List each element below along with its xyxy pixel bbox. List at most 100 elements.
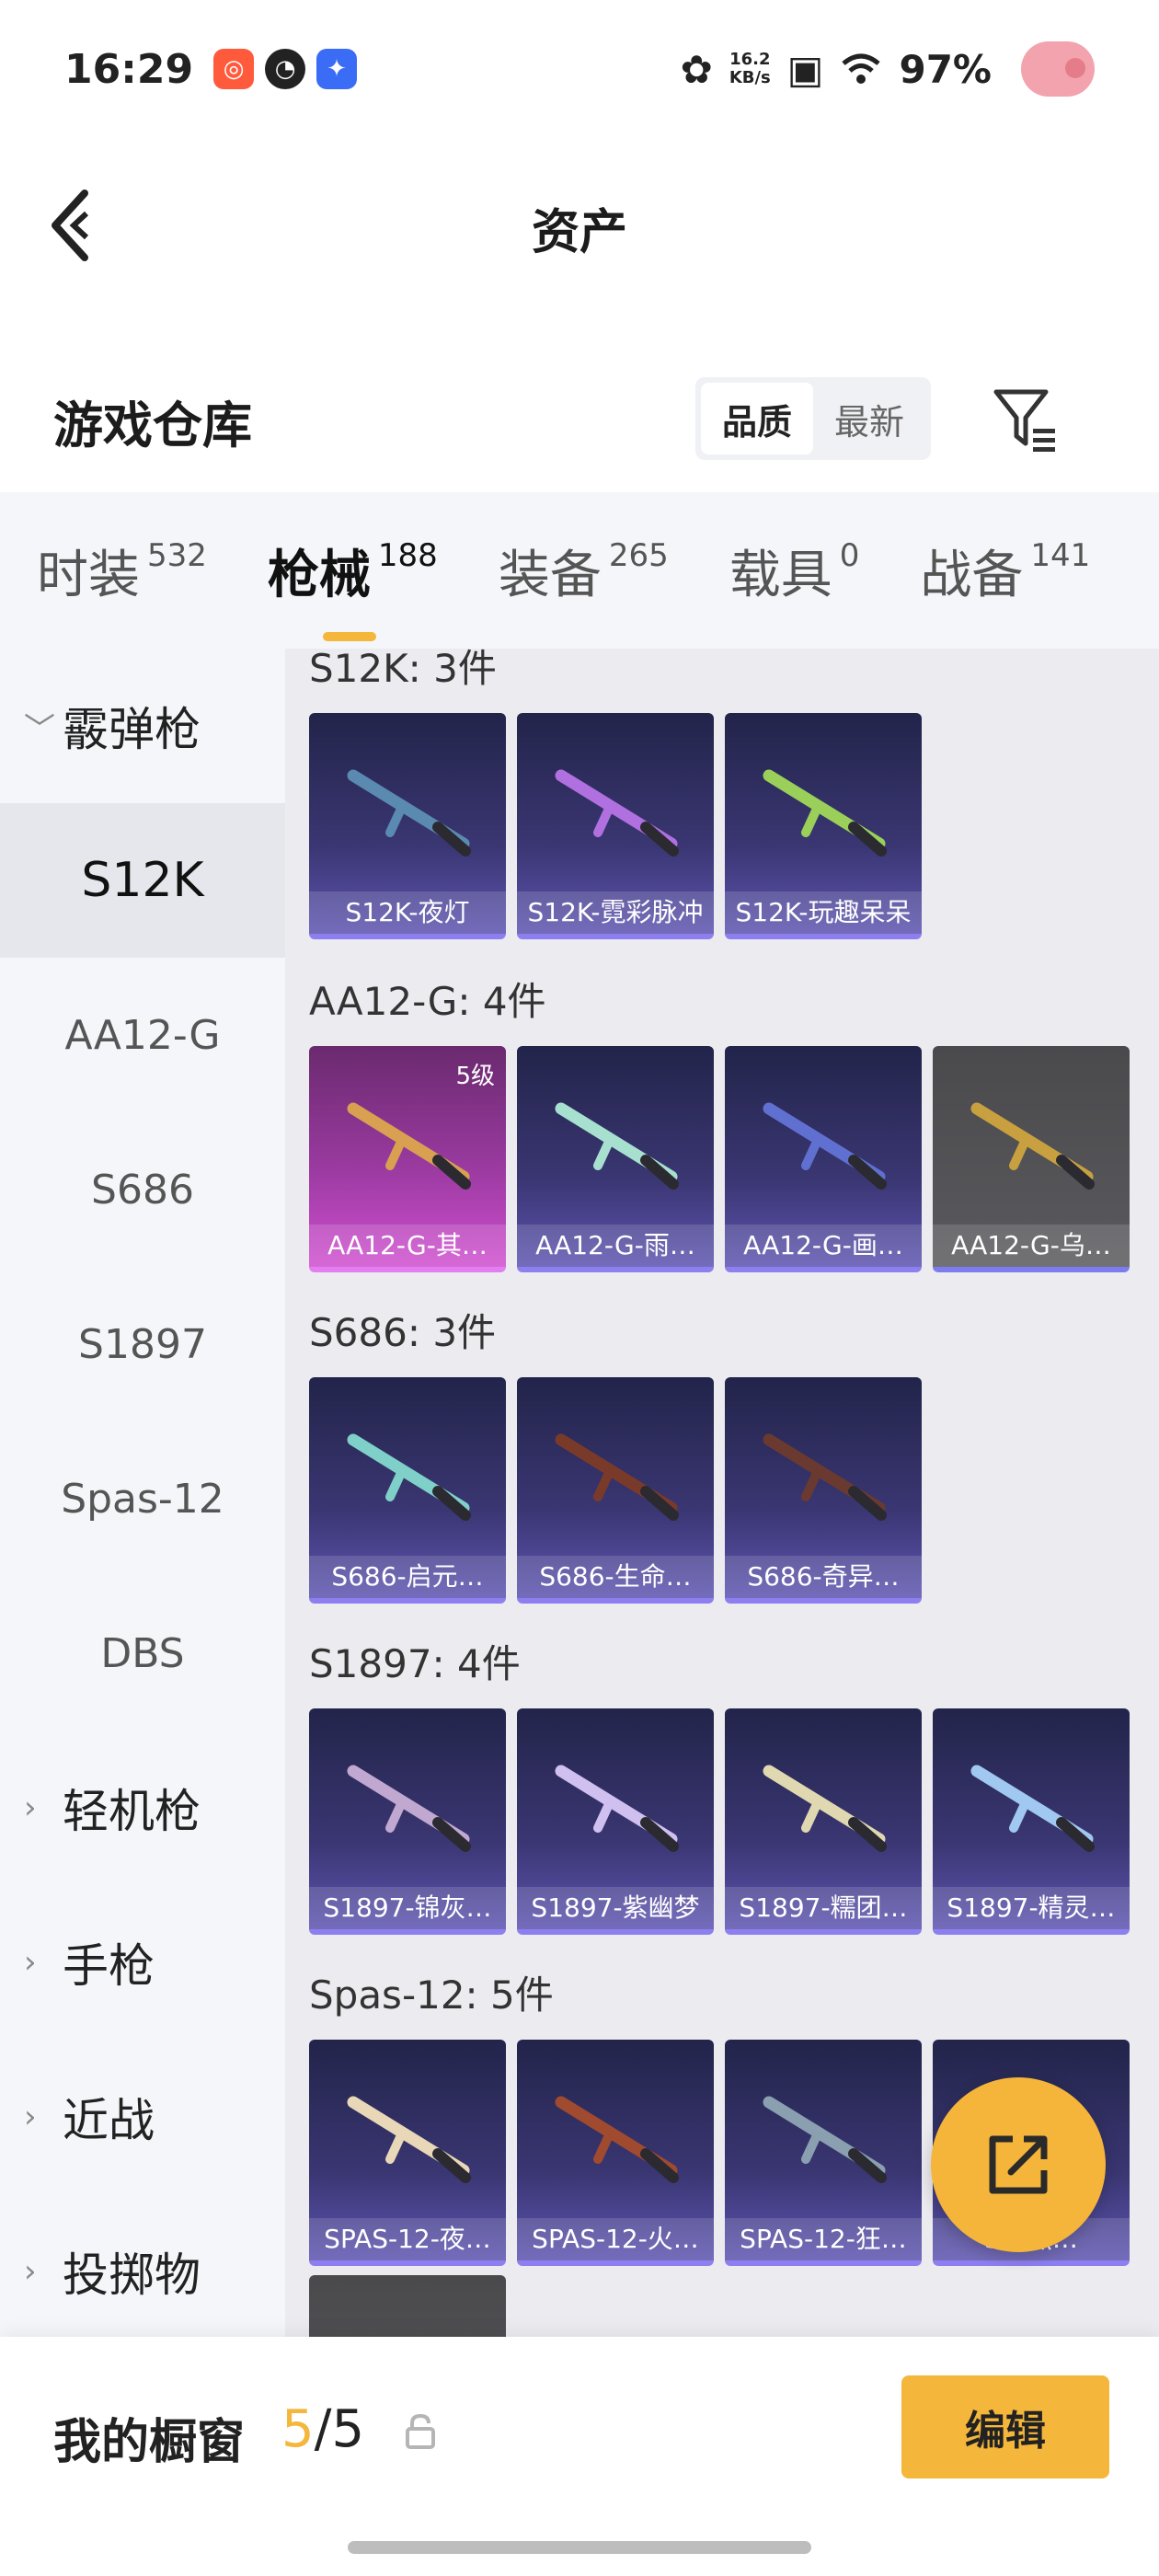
weapon-card-name: S1897-紫幽梦 [517,1887,714,1929]
weapon-card-row: S1897-锦灰… S1897-紫幽梦 S1897-糯团… S1897-精灵… [309,1708,1130,1935]
weapon-card[interactable]: S686-生命… [517,1377,714,1604]
tab-count: 141 [1030,536,1091,574]
showcase-count-current: 5 [281,2399,315,2459]
page-title: 资产 [531,205,627,260]
lock-icon [406,2413,435,2449]
tab-battle-gear[interactable]: 战备 141 [920,534,1090,608]
sidebar-group-shotgun[interactable]: ﹀ 霰弹枪 [0,649,285,803]
weapon-card[interactable]: S686-启元… [309,1377,506,1604]
network-speed: 16.2 KB/s [729,51,771,87]
filter-button[interactable] [989,383,1062,456]
tab-label: 枪械 [267,545,371,605]
shotgun-icon [347,1433,471,1521]
shotgun-icon [555,2096,679,2183]
sidebar-item-dbs[interactable]: DBS [0,1576,285,1731]
weapon-card[interactable]: SPAS-12-狂… [725,2040,922,2266]
shotgun-icon [763,769,887,857]
status-bar: 16:29 ◎ ◔ ✦ ✿ 16.2 KB/s ▣ 97% [0,0,1159,138]
weapon-card-name: S1897-糯团… [725,1887,922,1929]
weapon-card-name: SPAS-12-夜… [309,2218,506,2260]
weapon-card[interactable]: AA12-G-雨… [517,1046,714,1272]
weapon-card[interactable]: SPAS-12-火… [517,2040,714,2266]
weapon-card-partial[interactable] [309,2275,506,2341]
sim-icon: ▣ [786,46,824,92]
sidebar-item-s1897[interactable]: S1897 [0,1267,285,1421]
weapon-card-name: AA12-G-画… [725,1225,922,1267]
share-button[interactable] [931,2077,1106,2252]
home-indicator[interactable] [348,2541,811,2554]
sort-quality-option[interactable]: 品质 [701,383,813,454]
weapon-card[interactable]: SPAS-12-夜… [309,2040,506,2266]
weapon-card[interactable]: S1897-紫幽梦 [517,1708,714,1935]
showcase-count-total: /5 [314,2399,365,2459]
sidebar-group-lmg[interactable]: › 轻机枪 [0,1731,285,1885]
status-time: 16:29 [64,45,194,93]
weapon-group: S686: 3件 S686-启元… S686-生命… S686-奇异… [309,1302,922,1604]
weapon-card[interactable]: S1897-糯团… [725,1708,922,1935]
weapon-card[interactable]: AA12-G-乌… [933,1046,1130,1272]
weapon-card[interactable]: S1897-精灵… [933,1708,1130,1935]
app-notification-icon: ✦ [316,49,358,89]
weapon-card[interactable]: S686-奇异… [725,1377,922,1604]
weapon-card-name: S12K-霓彩脉冲 [517,891,714,934]
sidebar-item-s12k[interactable]: S12K [0,803,285,958]
weapon-group-title: S12K: 3件 [309,649,497,691]
shotgun-icon [763,1765,887,1852]
sidebar-item-spas12[interactable]: Spas-12 [0,1421,285,1576]
weapon-card-row: 5级 AA12-G-其… AA12-G-雨… AA12-G-画… AA12-G-乌… [309,1046,1130,1272]
tab-count: 265 [608,536,669,574]
weapon-card[interactable]: S1897-锦灰… [309,1708,506,1935]
chevron-right-icon: › [24,1944,37,1981]
sidebar-group-label: 手枪 [63,1939,155,1993]
weapon-group-title: AA12-G: 4件 [309,979,546,1024]
shotgun-icon [555,769,679,857]
tab-equipment[interactable]: 装备 265 [499,534,669,608]
weapon-group-title: S1897: 4件 [309,1641,521,1686]
status-indicators: ✿ 16.2 KB/s ▣ 97% [681,41,1095,97]
weapon-group: S1897: 4件 S1897-锦灰… S1897-紫幽梦 S1897-糯团… S189… [309,1633,1130,1935]
app-notification-icon: ◎ [213,49,255,89]
weapon-card-name: AA12-G-其… [309,1225,506,1267]
tab-count: 188 [377,536,438,574]
weapon-card[interactable]: S12K-夜灯 [309,713,506,939]
weapon-card-name: S1897-精灵… [933,1887,1130,1929]
sort-newest-option[interactable]: 最新 [813,383,925,454]
weapon-card[interactable]: AA12-G-画… [725,1046,922,1272]
weapon-group: AA12-G: 4件 5级 AA12-G-其… AA12-G-雨… AA12-G-画… A… [309,971,1130,1272]
shotgun-icon [347,1102,471,1190]
chevron-right-icon: › [24,2253,37,2290]
weapon-card-name: S686-启元… [309,1556,506,1598]
weapon-card[interactable]: S12K-霓彩脉冲 [517,713,714,939]
weapon-card-name: S686-奇异… [725,1556,922,1598]
weapon-card-name: S12K-夜灯 [309,891,506,934]
tab-vehicles[interactable]: 载具 0 [729,534,860,608]
page-header: 资产 [0,138,1159,313]
weapon-card[interactable]: S12K-玩趣呆呆 [725,713,922,939]
weapon-group-title: S686: 3件 [309,1310,497,1355]
sidebar-item-aa12g[interactable]: AA12-G [0,958,285,1112]
shotgun-icon [555,1765,679,1852]
shotgun-icon [347,1765,471,1852]
sidebar-group-melee[interactable]: › 近战 [0,2040,285,2194]
weapon-group-title: Spas-12: 5件 [309,1972,554,2018]
weapon-card-row: S686-启元… S686-生命… S686-奇异… [309,1377,922,1604]
shotgun-icon [763,2096,887,2183]
shotgun-icon [347,769,471,857]
warehouse-title: 游戏仓库 [53,397,252,454]
shotgun-icon [555,1102,679,1190]
pig-avatar-icon [1021,41,1095,97]
edit-button[interactable]: 编辑 [901,2375,1109,2478]
sidebar-group-throwable[interactable]: › 投掷物 [0,2194,285,2349]
share-external-icon [989,2135,1048,2194]
tab-label: 时装 [37,545,140,605]
weapon-card[interactable]: 5级 AA12-G-其… [309,1046,506,1272]
tab-weapons[interactable]: 枪械 188 [267,534,438,641]
showcase-count: 5/5 [281,2399,364,2459]
sidebar-group-label: 投掷物 [63,2248,201,2302]
shotgun-icon [970,1765,1095,1852]
weapon-card-name: SPAS-12-火… [517,2218,714,2260]
tab-outfits[interactable]: 时装 532 [37,534,207,608]
sidebar-group-pistol[interactable]: › 手枪 [0,1885,285,2040]
sidebar-item-s686[interactable]: S686 [0,1112,285,1267]
showcase-label: 我的橱窗 [53,2415,246,2470]
